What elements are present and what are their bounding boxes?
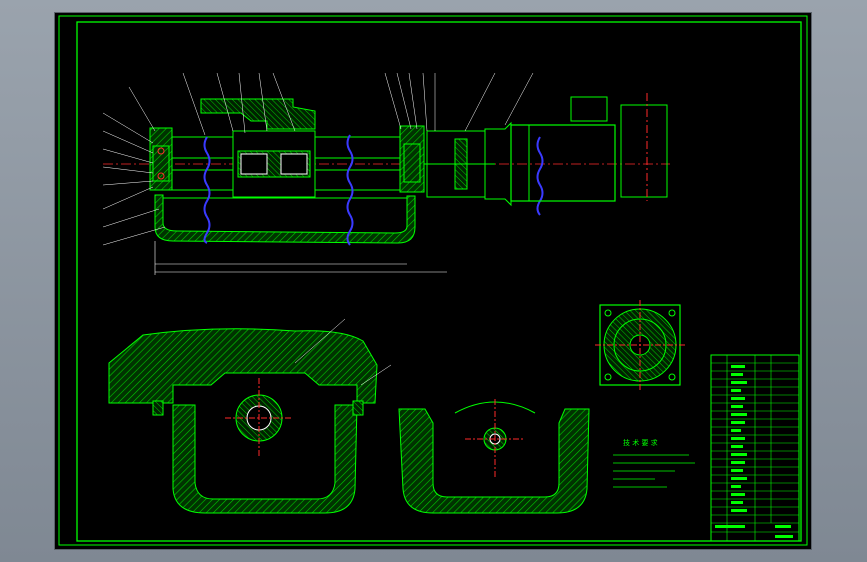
main-assembly-view [102,72,670,275]
motor-endcap [620,104,668,198]
carriage-slot-1 [240,153,268,175]
carriage-slot-2 [280,153,308,175]
channel-section [398,408,590,514]
flange-corner-hole-4 [668,373,676,381]
motor-connector [570,96,608,122]
base-trough [154,194,416,244]
section-view-left [108,318,392,514]
leader-lines-top [128,72,534,136]
bolt-right [352,400,364,416]
handle [200,98,316,130]
technical-notes: 技 术 要 求 [613,438,695,488]
cad-viewport[interactable]: 技 术 要 求 [55,13,811,549]
notes-title: 技 术 要 求 [623,438,658,447]
cad-drawing: 技 术 要 求 [58,15,808,546]
section-cap [108,328,378,404]
bolt-left [152,400,164,416]
flange-corner-hole-3 [604,373,612,381]
flange-corner-hole-1 [604,309,612,317]
section-view-middle [398,399,590,514]
bellows-right [536,136,544,216]
flange-corner-hole-2 [668,309,676,317]
title-block [710,354,800,542]
flange-view [595,300,685,390]
motor-icon [510,124,616,202]
